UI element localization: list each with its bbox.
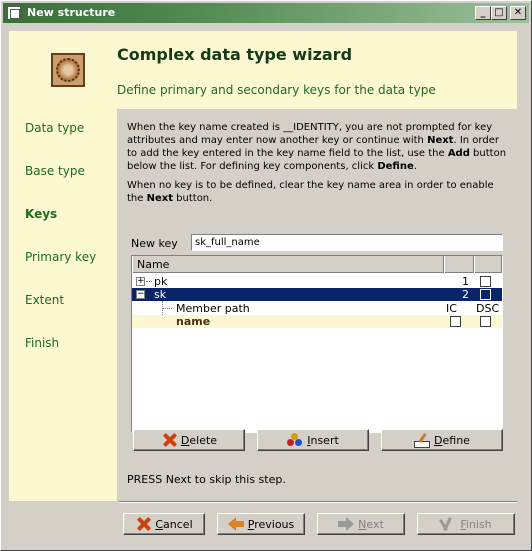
wizard-steps-sidebar: Data type Base type Keys Primary key Ext… <box>9 31 117 501</box>
tree-header: Name <box>132 256 502 273</box>
key-checkbox-sk[interactable] <box>480 289 491 300</box>
step-keys: Keys <box>25 207 58 221</box>
keys-tree[interactable]: Name + pk 1 − sk 2 Member path IC DSC na… <box>131 255 503 433</box>
column-header-name[interactable]: Name <box>132 256 444 273</box>
tree-row-sk[interactable]: − sk 2 <box>132 288 502 301</box>
new-key-label: New key <box>131 237 178 250</box>
define-button[interactable]: Define <box>381 429 503 451</box>
wizard-subtitle: Define primary and secondary keys for th… <box>117 83 436 97</box>
tree-row-member-path: Member path IC DSC <box>132 302 502 315</box>
cancel-button[interactable]: Cancel <box>123 513 205 535</box>
ic-column-label: IC <box>446 302 457 315</box>
window-title: New structure <box>27 6 116 19</box>
tree-row-pk[interactable]: + pk 1 <box>132 275 502 288</box>
instructions-paragraph-2: When no key is to be defined, clear the … <box>127 180 494 204</box>
instructions-paragraph-1: When the key name created is __IDENTITY,… <box>127 122 507 172</box>
column-header-check[interactable] <box>474 256 502 273</box>
footer-divider <box>119 501 517 503</box>
key-name-pk: pk <box>154 275 168 288</box>
title-bar[interactable]: New structure _ □ ✕ <box>3 3 529 23</box>
tree-row-member[interactable]: name <box>132 315 502 328</box>
expand-icon[interactable]: + <box>136 277 145 286</box>
member-name: name <box>176 315 211 328</box>
finish-icon <box>440 517 456 531</box>
step-primary-key: Primary key <box>25 250 97 264</box>
dsc-column-label: DSC <box>476 302 500 315</box>
define-icon <box>414 433 431 448</box>
instructions: When the key name created is __IDENTITY,… <box>127 121 507 211</box>
delete-icon <box>161 433 177 447</box>
skip-hint: PRESS Next to skip this step. <box>127 473 286 486</box>
insert-icon <box>287 433 303 447</box>
key-checkbox-pk[interactable] <box>480 276 491 287</box>
collapse-icon[interactable]: − <box>136 290 145 299</box>
finish-button[interactable]: Finish <box>417 513 515 535</box>
maximize-button[interactable]: □ <box>491 6 507 20</box>
delete-button[interactable]: Delete <box>133 429 245 451</box>
app-icon <box>7 6 21 20</box>
key-name-sk: sk <box>154 288 167 301</box>
step-data-type: Data type <box>25 121 85 135</box>
arrow-left-icon <box>227 517 244 531</box>
previous-button[interactable]: Previous <box>217 513 305 535</box>
next-button[interactable]: Next <box>317 513 405 535</box>
key-number-pk: 1 <box>462 275 469 288</box>
cancel-icon <box>135 517 151 531</box>
wizard-window: New structure _ □ ✕ Data type Base type … <box>0 0 532 551</box>
close-button[interactable]: ✕ <box>510 6 526 20</box>
column-header-number[interactable] <box>444 256 474 273</box>
keys-panel: When the key name created is __IDENTITY,… <box>119 111 517 501</box>
step-finish: Finish <box>25 336 60 350</box>
new-key-input[interactable] <box>191 234 503 251</box>
ic-checkbox[interactable] <box>450 316 461 327</box>
minimize-button[interactable]: _ <box>475 6 491 20</box>
wizard-header: Complex data type wizard Define primary … <box>117 31 517 109</box>
step-base-type: Base type <box>25 164 85 178</box>
insert-button[interactable]: Insert <box>257 429 369 451</box>
member-path-label: Member path <box>176 302 250 315</box>
key-number-sk: 2 <box>462 288 469 301</box>
dsc-checkbox[interactable] <box>480 316 491 327</box>
arrow-right-icon <box>338 517 355 531</box>
step-extent: Extent <box>25 293 65 307</box>
data-structure-logo-icon <box>51 53 85 87</box>
wizard-title: Complex data type wizard <box>117 45 353 64</box>
